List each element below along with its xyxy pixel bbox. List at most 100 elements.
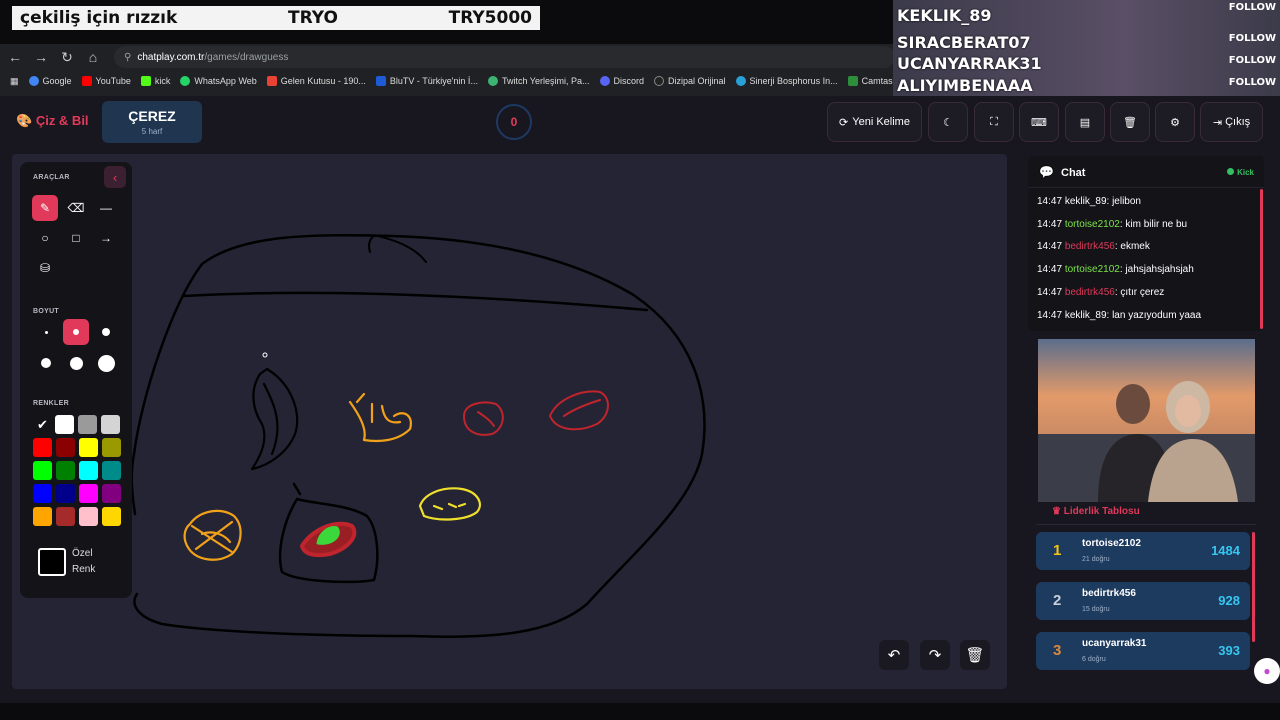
color-swatch[interactable] — [56, 438, 75, 457]
app-logo[interactable]: 🎨 Çiz & Bil — [16, 113, 89, 129]
moon-icon: ☾ — [943, 116, 953, 129]
bookmark-kick[interactable]: kick — [140, 76, 170, 86]
archive-button[interactable]: ▤ — [1065, 102, 1105, 142]
fullscreen-button[interactable]: ⛶ — [974, 102, 1014, 142]
keyboard-icon: ⌨ — [1031, 116, 1047, 129]
color-swatch[interactable] — [33, 438, 52, 457]
collapse-panel-button[interactable]: ‹ — [104, 166, 126, 188]
reload-icon[interactable]: ↻ — [56, 46, 78, 68]
follow-label: FOLLOW — [1228, 33, 1276, 44]
bookmark-sinerji[interactable]: Sinerji Bosphorus In... — [735, 76, 838, 86]
app-header: 🎨 Çiz & Bil ÇEREZ 5 harf 0 ⟳ Yeni Kelime … — [0, 96, 1280, 148]
message-time: 14:47 — [1037, 196, 1063, 207]
bookmark-discord[interactable]: Discord — [599, 76, 644, 86]
leaderboard-row: 1 tortoise2102 21 doğru 1484 — [1036, 532, 1250, 570]
address-bar-row: ← → ↻ ⌂ ⚲ chatplay.com.tr/games/drawgues… — [0, 44, 895, 70]
drawing-canvas[interactable]: ↶ ↷ 🗑 — [12, 154, 1007, 689]
color-swatch[interactable] — [79, 484, 98, 503]
dark-mode-button[interactable]: ☾ — [928, 102, 968, 142]
color-swatch[interactable] — [55, 415, 74, 434]
color-swatch[interactable] — [101, 415, 120, 434]
bookmark-gmail[interactable]: Gelen Kutusu - 190... — [266, 76, 366, 86]
bookmark-twitch[interactable]: Twitch Yerleşimi, Pa... — [487, 76, 590, 86]
paint-bucket-icon: ⛁ — [39, 261, 51, 275]
settings-button[interactable]: ⚙ — [1155, 102, 1195, 142]
delete-button[interactable]: 🗑 — [1110, 102, 1150, 142]
color-swatch[interactable] — [78, 415, 97, 434]
chat-source-label: Kick — [1237, 168, 1254, 177]
color-swatch[interactable] — [79, 507, 98, 526]
size-option-1[interactable] — [33, 319, 59, 345]
correct-count: 6 doğru — [1082, 656, 1106, 663]
message-user: bedirtrk456 — [1064, 241, 1115, 253]
clear-canvas-button[interactable]: 🗑 — [960, 640, 990, 670]
apps-icon[interactable]: ▦ — [10, 76, 19, 87]
size-option-6[interactable] — [93, 350, 119, 376]
promo-text: çekiliş için rızzık — [20, 8, 178, 28]
colors-section-title: RENKLER — [33, 400, 69, 407]
leaderboard-scrollbar[interactable] — [1252, 532, 1255, 642]
brush-icon: ✎ — [39, 201, 51, 215]
chat-title: Chat — [1061, 167, 1086, 179]
fill-tool[interactable]: ⛁ — [32, 255, 58, 281]
color-swatch[interactable] — [56, 461, 75, 480]
color-swatch[interactable] — [56, 484, 75, 503]
color-swatch[interactable] — [102, 484, 121, 503]
bookmark-camtasia[interactable]: Camtasia 22.5.0.431... — [847, 76, 895, 86]
size-option-2[interactable] — [63, 319, 89, 345]
line-tool[interactable]: — — [93, 195, 119, 221]
forward-icon[interactable]: → — [30, 46, 52, 68]
color-swatch[interactable] — [79, 438, 98, 457]
chat-header: 💬 Chat Kick — [1028, 156, 1264, 188]
line-icon: — — [100, 201, 112, 215]
eraser-tool[interactable]: ⌫ — [63, 195, 89, 221]
color-swatch[interactable] — [102, 461, 121, 480]
bookmark-dizipal[interactable]: Dizipal Orijinal — [654, 76, 726, 86]
color-swatch[interactable] — [33, 484, 52, 503]
message-user: tortoise2102 — [1064, 264, 1120, 276]
color-swatch[interactable] — [56, 507, 75, 526]
stroke-bowl-left-side — [130, 452, 137, 516]
color-black-selected[interactable]: ✔ — [33, 415, 52, 434]
bookmark-google[interactable]: Google — [28, 76, 72, 86]
url-field[interactable]: ⚲ chatplay.com.tr/games/drawguess — [114, 46, 895, 68]
color-swatch[interactable] — [79, 461, 98, 480]
bookmark-blutv[interactable]: BluTV - Türkiye'nin İ... — [375, 76, 478, 86]
color-swatch[interactable] — [102, 507, 121, 526]
message-user: bedirtrk456 — [1064, 286, 1115, 298]
home-icon[interactable]: ⌂ — [82, 46, 104, 68]
color-swatch[interactable] — [33, 461, 52, 480]
correct-count: 15 doğru — [1082, 606, 1110, 613]
gear-icon: ⚙ — [1170, 116, 1180, 129]
square-icon: □ — [72, 231, 80, 245]
arrow-tool[interactable]: → — [93, 225, 119, 251]
back-icon[interactable]: ← — [4, 46, 26, 68]
bookmark-youtube[interactable]: YouTube — [81, 76, 131, 86]
bookmark-whatsapp[interactable]: WhatsApp Web — [180, 76, 257, 86]
color-swatch[interactable] — [102, 438, 121, 457]
site-info-icon[interactable]: ⚲ — [124, 52, 131, 63]
circle-icon: ○ — [41, 231, 49, 245]
palette-icon: 🎨 — [16, 113, 33, 128]
canvas-drawing — [130, 234, 706, 638]
size-option-5[interactable] — [63, 350, 89, 376]
size-option-4[interactable] — [33, 350, 59, 376]
color-swatch[interactable] — [33, 507, 52, 526]
new-word-label: Yeni Kelime — [852, 116, 910, 128]
assistant-bubble-icon[interactable]: ● — [1254, 658, 1280, 684]
custom-color-label[interactable]: Özel Renk — [72, 546, 95, 578]
crown-icon: ♛ — [1052, 506, 1061, 517]
chat-message: 14:47 tortoise2102: jahsjahsjahsjah — [1037, 264, 1194, 275]
redo-button[interactable]: ↷ — [920, 640, 950, 670]
brush-tool[interactable]: ✎ — [32, 195, 58, 221]
size-option-3[interactable] — [93, 319, 119, 345]
custom-color-swatch[interactable] — [38, 548, 66, 576]
chat-scrollbar[interactable] — [1260, 189, 1263, 329]
exit-button[interactable]: ⇥ Çıkış — [1200, 102, 1263, 142]
new-word-button[interactable]: ⟳ Yeni Kelime — [827, 102, 922, 142]
keyboard-button[interactable]: ⌨ — [1019, 102, 1059, 142]
rectangle-tool[interactable]: □ — [63, 225, 89, 251]
player-score: 928 — [1218, 593, 1240, 608]
undo-button[interactable]: ↶ — [879, 640, 909, 670]
circle-tool[interactable]: ○ — [32, 225, 58, 251]
